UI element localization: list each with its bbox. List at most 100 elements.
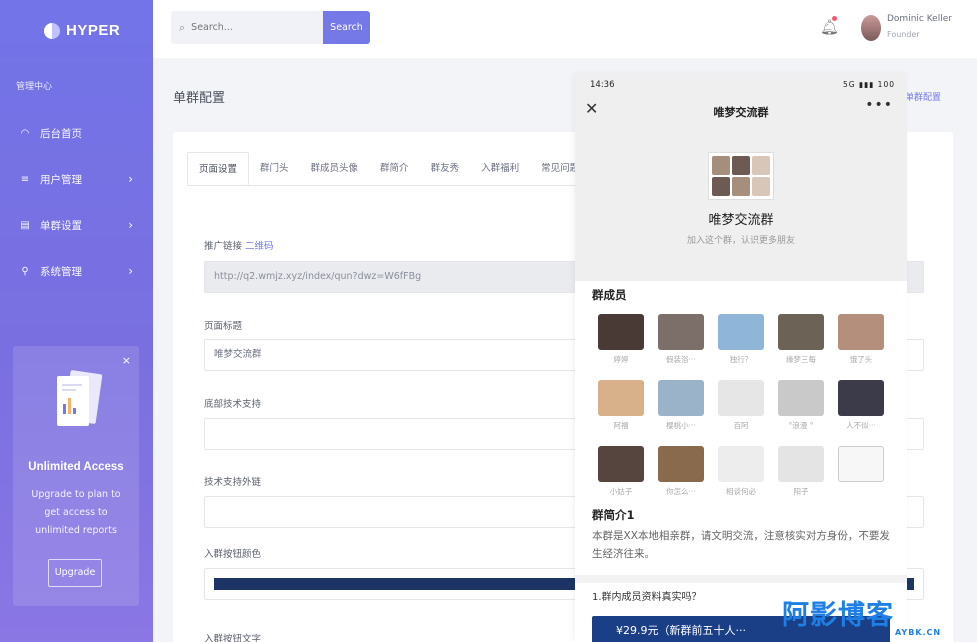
promo-text: Upgrade to plan to get access to unlimit… — [31, 489, 121, 536]
qr-code-link[interactable]: 二维码 — [245, 241, 274, 252]
group-avatar — [708, 152, 774, 200]
member-item[interactable]: 缘梦三每 — [777, 314, 825, 365]
member-name: 缘梦三每 — [786, 355, 816, 364]
page-title-label: 页面标题 — [204, 321, 243, 332]
member-item[interactable]: 你怎么··· — [657, 446, 705, 497]
search-button[interactable]: Search — [323, 11, 370, 44]
bell-icon[interactable]: 🔔︎ — [820, 18, 839, 36]
avatar — [838, 380, 884, 416]
preview-header: 14:36 5G ▮▮▮ 100 ✕ 唯梦交流群 ••• 唯梦交流群 加入这个群… — [575, 73, 907, 281]
member-item[interactable]: 人不似··· — [837, 380, 885, 431]
preview-title: 唯梦交流群 — [713, 106, 769, 119]
member-name: 相谈何必 — [726, 487, 756, 496]
avatar — [598, 446, 644, 482]
app-name: HYPER — [66, 22, 121, 39]
footer-support-label: 底部技术支持 — [204, 399, 262, 410]
intro-title: 群简介1 — [592, 508, 635, 522]
tab-join-benefits[interactable]: 入群福利 — [470, 152, 530, 185]
tab-member-avatars[interactable]: 群成员头像 — [300, 152, 370, 185]
tab-page-settings[interactable]: 页面设置 — [187, 152, 250, 185]
tab-group-header[interactable]: 群门头 — [249, 152, 300, 185]
watermark-logo: 阿影博客 AYBK.CN — [782, 593, 977, 642]
tab-group-intro[interactable]: 群简介 — [369, 152, 420, 185]
member-name: 独行？ — [729, 355, 753, 364]
sidebar-item-group-settings[interactable]: ▤ 单群设置 › — [0, 202, 153, 248]
avatar — [838, 314, 884, 350]
sidebar: HYPER 管理中心 ◠ 后台首页 ≡ 用户管理 › ▤ 单群设置 › ⚲ 系统… — [0, 0, 153, 642]
sidebar-nav: ◠ 后台首页 ≡ 用户管理 › ▤ 单群设置 › ⚲ 系统管理 › — [0, 110, 153, 294]
support-link-label: 技术支持外链 — [204, 477, 262, 488]
logo-icon — [44, 22, 60, 39]
sidebar-item-system[interactable]: ⚲ 系统管理 › — [0, 248, 153, 294]
avatar — [838, 446, 884, 482]
member-item[interactable]: °浪漫 ° — [777, 380, 825, 431]
promo-link-label-text: 推广链接 — [204, 241, 243, 252]
user-role: Founder — [887, 30, 920, 39]
sidebar-item-label: 后台首页 — [40, 127, 82, 140]
close-icon[interactable]: × — [122, 354, 131, 367]
location-pin-icon: ⚲ — [21, 265, 29, 277]
avatar — [658, 314, 704, 350]
user-name[interactable]: Dominic Keller — [887, 14, 952, 24]
avatar — [718, 380, 764, 416]
app-logo[interactable]: HYPER — [44, 22, 120, 39]
list-icon: ≡ — [20, 173, 30, 185]
chevron-right-icon: › — [128, 218, 133, 232]
member-item[interactable]: 小姑子 — [597, 446, 645, 497]
intro-text: 本群是XX本地相亲群，请文明交流，注意核实对方身份，不要发生经济往来。 — [592, 530, 890, 560]
member-name: 阿福 — [613, 421, 629, 430]
divider — [575, 575, 907, 583]
search-input[interactable] — [191, 22, 312, 33]
member-item[interactable]: 相谈何必 — [717, 446, 765, 497]
member-name: 婷婷 — [613, 355, 629, 364]
tab-member-showcase[interactable]: 群友秀 — [420, 152, 471, 185]
avatar — [658, 446, 704, 482]
dashboard-icon: ◠ — [20, 127, 30, 139]
member-item[interactable]: 独行？ — [717, 314, 765, 365]
member-item[interactable] — [837, 446, 885, 486]
status-indicators: 5G ▮▮▮ 100 — [842, 80, 895, 89]
members-title: 群成员 — [592, 288, 627, 302]
sidebar-item-home[interactable]: ◠ 后台首页 — [0, 110, 153, 156]
member-name: °浪漫 ° — [788, 421, 814, 430]
sidebar-section-title: 管理中心 — [16, 82, 53, 92]
breadcrumb[interactable]: 单群配置 — [905, 90, 941, 103]
avatar — [718, 314, 764, 350]
watermark-domain: AYBK.CN — [895, 628, 942, 637]
avatar — [778, 380, 824, 416]
member-name: 樱桃小··· — [666, 421, 696, 430]
mobile-preview: 14:36 5G ▮▮▮ 100 ✕ 唯梦交流群 ••• 唯梦交流群 加入这个群… — [575, 73, 907, 642]
sidebar-item-users[interactable]: ≡ 用户管理 › — [0, 156, 153, 202]
avatar — [718, 446, 764, 482]
member-item[interactable]: 婷婷 — [597, 314, 645, 365]
member-item[interactable]: 阳子 — [777, 446, 825, 497]
member-item[interactable]: 假装浴··· — [657, 314, 705, 365]
sidebar-item-label: 用户管理 — [40, 173, 82, 186]
status-time: 14:36 — [590, 80, 615, 90]
sidebar-item-label: 系统管理 — [40, 265, 82, 278]
topbar: ⌕ Search 🔔︎ Dominic Keller Founder — [153, 0, 977, 58]
chevron-right-icon: › — [128, 172, 133, 186]
member-item[interactable]: 百阿 — [717, 380, 765, 431]
avatar — [598, 314, 644, 350]
member-name: 你怎么··· — [666, 487, 696, 496]
group-name: 唯梦交流群 — [708, 213, 774, 228]
promo-link-label: 推广链接 二维码 — [204, 238, 274, 252]
watermark-text: 阿影博客 — [782, 600, 894, 631]
faq-question[interactable]: 1.群内成员资料真实吗？ — [592, 588, 702, 603]
notification-dot — [832, 16, 837, 21]
member-name: 假装浴··· — [666, 355, 696, 364]
member-item[interactable]: 饿了头 — [837, 314, 885, 365]
member-name: 饿了头 — [849, 355, 873, 364]
avatar — [778, 446, 824, 482]
member-item[interactable]: 樱桃小··· — [657, 380, 705, 431]
promo-title: Unlimited Access — [28, 461, 124, 473]
search-icon: ⌕ — [179, 20, 186, 34]
member-name: 小姑子 — [609, 487, 633, 496]
sidebar-item-label: 单群设置 — [40, 219, 82, 232]
upgrade-button[interactable]: Upgrade — [48, 559, 102, 587]
member-name: 百阿 — [733, 421, 749, 430]
member-item[interactable]: 阿福 — [597, 380, 645, 431]
more-icon[interactable]: ••• — [865, 97, 893, 113]
avatar[interactable] — [861, 15, 881, 41]
